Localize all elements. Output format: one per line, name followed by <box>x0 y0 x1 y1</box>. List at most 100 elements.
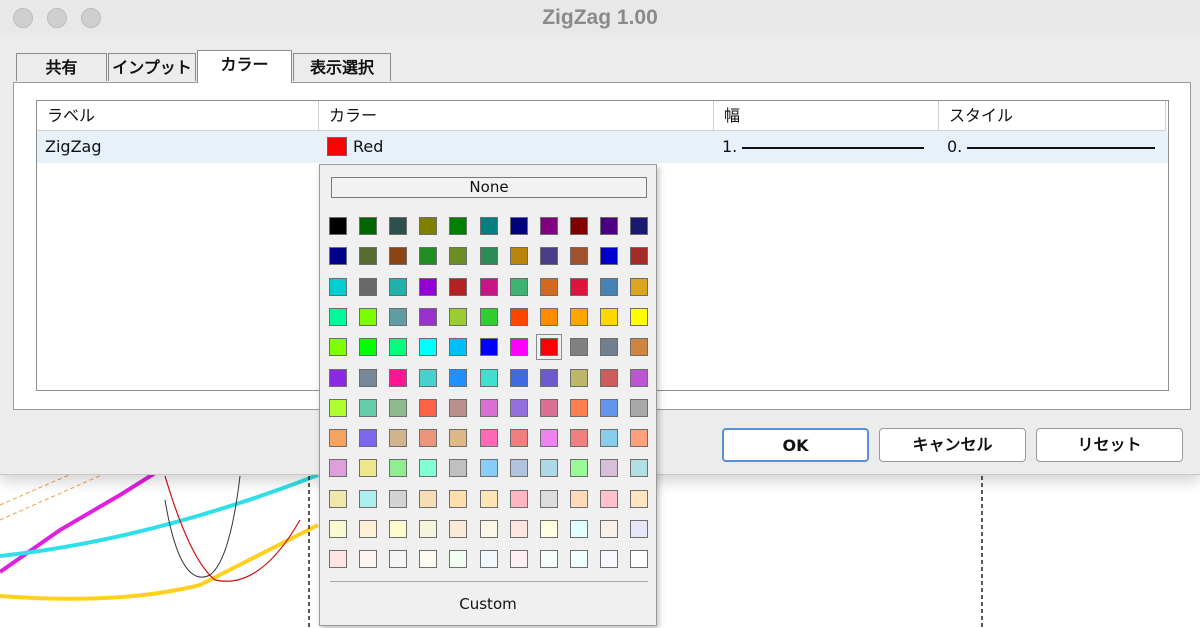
palette-swatch[interactable] <box>479 429 498 448</box>
palette-swatch[interactable] <box>449 217 468 235</box>
palette-swatch[interactable] <box>359 217 378 235</box>
palette-swatch[interactable] <box>479 338 498 357</box>
palette-swatch[interactable] <box>539 429 558 448</box>
palette-swatch[interactable] <box>630 247 648 266</box>
palette-swatch[interactable] <box>509 459 528 478</box>
palette-swatch[interactable] <box>509 247 528 266</box>
palette-swatch[interactable] <box>359 550 378 569</box>
palette-swatch[interactable] <box>419 398 438 417</box>
table-row[interactable]: ZigZag Red 1. 0. <box>37 131 1168 163</box>
palette-swatch[interactable] <box>599 459 618 478</box>
palette-swatch[interactable] <box>569 277 588 296</box>
palette-swatch[interactable] <box>630 489 648 508</box>
palette-swatch[interactable] <box>419 247 438 266</box>
palette-swatch[interactable] <box>569 368 588 387</box>
palette-swatch[interactable] <box>359 429 378 448</box>
palette-swatch[interactable] <box>359 489 378 508</box>
palette-swatch[interactable] <box>630 459 648 478</box>
palette-swatch[interactable] <box>419 338 438 357</box>
palette-swatch[interactable] <box>479 217 498 235</box>
palette-swatch[interactable] <box>569 398 588 417</box>
palette-swatch[interactable] <box>449 459 468 478</box>
palette-swatch[interactable] <box>389 307 408 326</box>
palette-swatch[interactable] <box>630 429 648 448</box>
palette-swatch[interactable] <box>509 277 528 296</box>
palette-swatch[interactable] <box>359 368 378 387</box>
palette-swatch[interactable] <box>569 217 588 235</box>
palette-swatch[interactable] <box>419 277 438 296</box>
palette-swatch[interactable] <box>329 217 347 235</box>
palette-swatch[interactable] <box>509 338 528 357</box>
palette-swatch[interactable] <box>359 277 378 296</box>
palette-swatch[interactable] <box>479 368 498 387</box>
palette-swatch[interactable] <box>389 459 408 478</box>
palette-swatch[interactable] <box>569 489 588 508</box>
palette-swatch[interactable] <box>479 520 498 538</box>
palette-swatch[interactable] <box>569 550 588 569</box>
palette-swatch[interactable] <box>449 550 468 569</box>
palette-swatch[interactable] <box>389 550 408 569</box>
palette-swatch[interactable] <box>329 368 347 387</box>
palette-swatch[interactable] <box>419 489 438 508</box>
palette-swatch[interactable] <box>569 429 588 448</box>
cancel-button[interactable]: キャンセル <box>879 428 1026 462</box>
palette-swatch[interactable] <box>539 398 558 417</box>
row-width-cell[interactable]: 1. <box>714 131 939 163</box>
palette-swatch[interactable] <box>419 307 438 326</box>
palette-swatch[interactable] <box>539 368 558 387</box>
palette-swatch[interactable] <box>329 429 347 448</box>
palette-swatch[interactable] <box>539 277 558 296</box>
palette-swatch[interactable] <box>389 489 408 508</box>
palette-swatch[interactable] <box>569 520 588 538</box>
palette-swatch[interactable] <box>535 334 562 361</box>
palette-swatch[interactable] <box>389 217 408 235</box>
palette-swatch[interactable] <box>419 368 438 387</box>
palette-swatch[interactable] <box>509 307 528 326</box>
palette-swatch[interactable] <box>389 338 408 357</box>
ok-button[interactable]: OK <box>722 428 869 462</box>
palette-swatch[interactable] <box>329 247 347 266</box>
palette-swatch[interactable] <box>479 247 498 266</box>
palette-swatch[interactable] <box>359 520 378 538</box>
palette-swatch[interactable] <box>569 307 588 326</box>
palette-swatch[interactable] <box>479 489 498 508</box>
palette-swatch[interactable] <box>449 520 468 538</box>
tab-visualization[interactable]: 表示選択 <box>293 53 391 81</box>
palette-swatch[interactable] <box>419 550 438 569</box>
palette-swatch[interactable] <box>329 459 347 478</box>
palette-swatch[interactable] <box>419 459 438 478</box>
palette-swatch[interactable] <box>509 217 528 235</box>
palette-swatch[interactable] <box>509 520 528 538</box>
palette-swatch[interactable] <box>599 277 618 296</box>
palette-swatch[interactable] <box>329 550 347 569</box>
palette-swatch[interactable] <box>509 398 528 417</box>
palette-swatch[interactable] <box>329 489 347 508</box>
palette-swatch[interactable] <box>389 429 408 448</box>
palette-swatch[interactable] <box>329 338 347 357</box>
palette-swatch[interactable] <box>599 398 618 417</box>
custom-color-button[interactable]: Custom <box>320 595 656 613</box>
palette-swatch[interactable] <box>630 338 648 357</box>
palette-swatch[interactable] <box>599 520 618 538</box>
palette-swatch[interactable] <box>479 550 498 569</box>
palette-swatch[interactable] <box>569 247 588 266</box>
tab-inputs[interactable]: インプット <box>108 53 196 81</box>
palette-swatch[interactable] <box>419 520 438 538</box>
palette-swatch[interactable] <box>599 489 618 508</box>
palette-swatch[interactable] <box>359 247 378 266</box>
palette-swatch[interactable] <box>539 217 558 235</box>
palette-swatch[interactable] <box>539 307 558 326</box>
palette-swatch[interactable] <box>449 277 468 296</box>
palette-swatch[interactable] <box>479 398 498 417</box>
palette-swatch[interactable] <box>359 307 378 326</box>
palette-swatch[interactable] <box>630 217 648 235</box>
palette-swatch[interactable] <box>359 338 378 357</box>
palette-swatch[interactable] <box>630 398 648 417</box>
palette-swatch[interactable] <box>630 550 648 569</box>
palette-swatch[interactable] <box>389 247 408 266</box>
palette-swatch[interactable] <box>569 459 588 478</box>
reset-button[interactable]: リセット <box>1036 428 1183 462</box>
palette-swatch[interactable] <box>539 520 558 538</box>
palette-swatch[interactable] <box>479 307 498 326</box>
palette-swatch[interactable] <box>329 307 347 326</box>
